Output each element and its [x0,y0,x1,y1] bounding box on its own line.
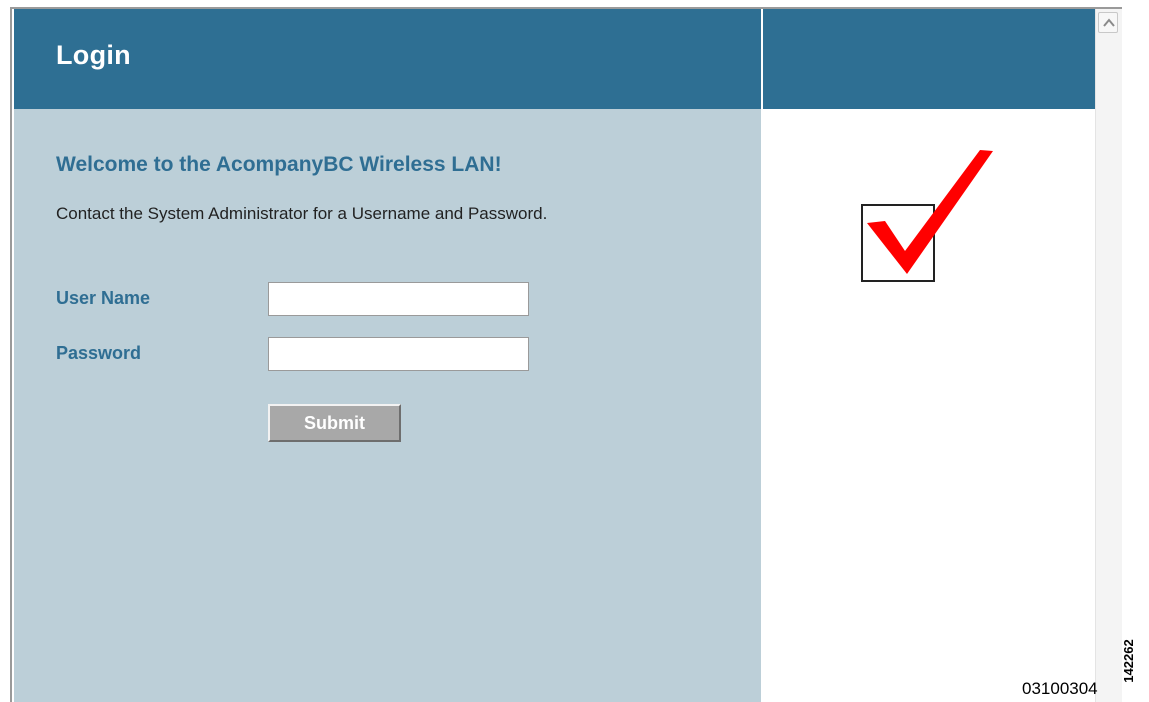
username-input[interactable] [268,282,529,316]
page-title: Login [56,40,131,70]
header-divider [761,9,763,109]
login-header [14,9,1095,109]
vertical-scrollbar[interactable] [1095,9,1122,702]
scroll-up-button[interactable] [1098,12,1118,33]
username-label: User Name [56,288,151,308]
instructions-text: Contact the System Administrator for a U… [56,204,548,223]
checkmark-icon [861,150,993,282]
welcome-heading: Welcome to the AcompanyBC Wireless LAN! [56,153,502,176]
figure-id: 142262 [1121,639,1136,683]
submit-button[interactable]: Submit [268,404,401,442]
password-input[interactable] [268,337,529,371]
password-label: Password [56,343,142,363]
reference-number: 03100304 [1022,679,1098,698]
chevron-up-icon [1103,18,1115,27]
